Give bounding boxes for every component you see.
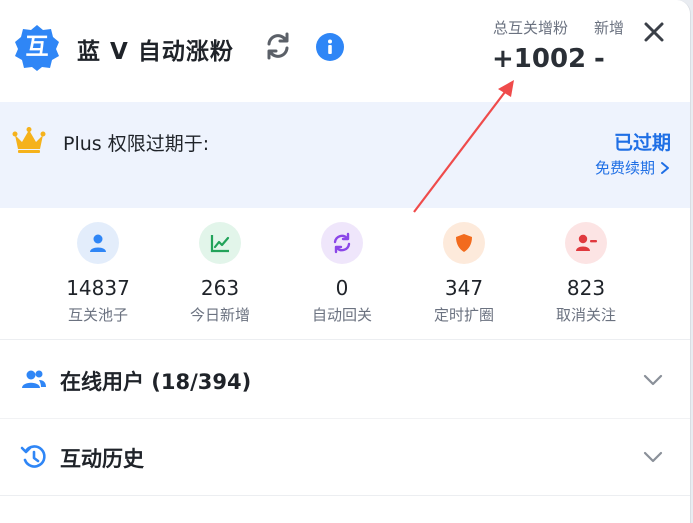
close-button[interactable] xyxy=(641,19,667,45)
total-gain-label: 总互关增粉 xyxy=(493,19,569,37)
refresh-button[interactable] xyxy=(263,31,293,61)
plus-banner: Plus 权限过期于: 已过期 免费续期 xyxy=(0,102,690,208)
stat-value: 0 xyxy=(335,276,349,300)
stat-label: 取消关注 xyxy=(555,306,616,324)
user-icon xyxy=(77,222,119,264)
crown-icon xyxy=(12,127,46,153)
interaction-history-section[interactable]: 互动历史 xyxy=(0,418,690,496)
stat-label: 今日新增 xyxy=(189,306,250,324)
trend-chart-icon xyxy=(199,222,241,264)
plus-expiry-label: Plus 权限过期于: xyxy=(63,133,210,155)
close-icon xyxy=(644,22,664,42)
stat-value: 14837 xyxy=(66,276,130,300)
interaction-history-label: 互动历史 xyxy=(60,447,144,471)
stat-scheduled-expand: 347 定时扩圈 xyxy=(409,222,519,325)
stat-today-new: 263 今日新增 xyxy=(165,222,275,325)
stat-follow-pool: 14837 互关池子 xyxy=(43,222,153,325)
info-icon xyxy=(328,39,332,54)
stat-auto-follow-back: 0 自动回关 xyxy=(287,222,397,325)
total-gain-value: +1002 xyxy=(492,44,587,74)
header: 互 蓝 V 自动涨粉 总互关增粉 新增 +1002 - xyxy=(0,0,690,102)
chevron-down-icon xyxy=(643,451,663,463)
chevron-down-icon xyxy=(643,374,663,386)
chevron-right-icon xyxy=(661,161,669,174)
logo-text: 互 xyxy=(25,33,49,60)
free-renew-label: 免费续期 xyxy=(594,159,655,177)
expired-status: 已过期 xyxy=(613,132,671,154)
stat-label: 自动回关 xyxy=(311,306,372,324)
app-logo: 互 xyxy=(12,22,62,72)
users-icon xyxy=(22,370,46,388)
new-gain-label: 新增 xyxy=(594,19,625,37)
info-button[interactable] xyxy=(316,33,344,61)
history-icon xyxy=(20,445,46,468)
stat-label: 互关池子 xyxy=(67,306,128,324)
sync-icon xyxy=(321,222,363,264)
app-title: 蓝 V 自动涨粉 xyxy=(77,39,234,65)
stats-row: 14837 互关池子 263 今日新增 0 自动回关 347 定时扩圈 823 … xyxy=(0,208,690,340)
user-minus-icon xyxy=(565,222,607,264)
stat-value: 347 xyxy=(444,276,484,300)
popup-panel: 互 蓝 V 自动涨粉 总互关增粉 新增 +1002 - Plus 权限过期于: … xyxy=(0,0,691,523)
refresh-icon xyxy=(267,32,289,60)
online-users-section[interactable]: 在线用户 (18/394) xyxy=(0,341,690,419)
free-renew-link[interactable]: 免费续期 xyxy=(595,157,671,178)
stat-value: 263 xyxy=(200,276,240,300)
online-users-label: 在线用户 (18/394) xyxy=(60,370,252,394)
stat-label: 定时扩圈 xyxy=(433,306,494,324)
stat-value: 823 xyxy=(566,276,606,300)
new-gain-value: - xyxy=(594,44,605,74)
stat-unfollow: 823 取消关注 xyxy=(531,222,641,325)
shield-icon xyxy=(443,222,485,264)
